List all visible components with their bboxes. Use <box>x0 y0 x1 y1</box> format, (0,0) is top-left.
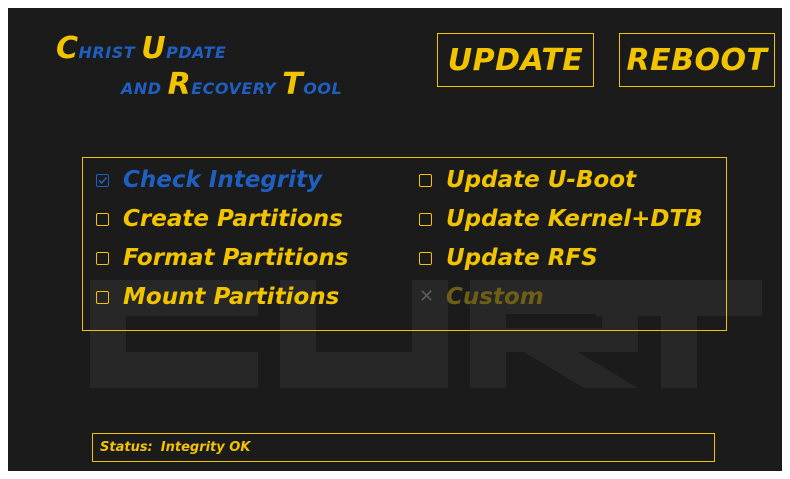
option-update-rfs[interactable]: Update RFS <box>419 245 598 271</box>
app-title-line2: and Recovery Tool <box>121 67 343 102</box>
app-window: Christ Update and Recovery Tool UPDATE R… <box>8 8 782 471</box>
option-check-integrity[interactable]: Check Integrity <box>96 167 322 193</box>
reboot-button[interactable]: REBOOT <box>619 33 775 87</box>
option-custom: ✕ Custom <box>419 284 544 310</box>
option-mount-partitions[interactable]: Mount Partitions <box>96 284 339 310</box>
option-label: Custom <box>446 284 544 310</box>
status-bar: Status: Integrity OK <box>92 433 715 462</box>
checkbox-empty-icon[interactable] <box>419 173 432 187</box>
checkbox-empty-icon[interactable] <box>96 290 109 304</box>
checkbox-empty-icon[interactable] <box>419 212 432 226</box>
checkbox-empty-icon[interactable] <box>96 251 109 265</box>
option-label: Create Partitions <box>123 206 343 232</box>
option-label: Mount Partitions <box>123 284 340 310</box>
option-label: Update U-Boot <box>446 167 637 193</box>
status-label: Status: <box>100 440 153 455</box>
option-label: Check Integrity <box>123 167 322 193</box>
checkbox-empty-icon[interactable] <box>96 212 109 226</box>
option-label: Format Partitions <box>123 245 349 271</box>
option-update-kernel-dtb[interactable]: Update Kernel+DTB <box>419 206 703 232</box>
option-label: Update RFS <box>446 245 598 271</box>
option-format-partitions[interactable]: Format Partitions <box>96 245 348 271</box>
options-panel: Check Integrity Create Partitions Format… <box>82 157 727 331</box>
update-button[interactable]: UPDATE <box>437 33 594 87</box>
checkbox-checked-icon[interactable] <box>96 173 109 187</box>
cross-icon: ✕ <box>419 286 435 307</box>
checkbox-empty-icon[interactable] <box>419 251 432 265</box>
option-create-partitions[interactable]: Create Partitions <box>96 206 343 232</box>
option-update-uboot[interactable]: Update U-Boot <box>419 167 636 193</box>
app-title-line1: Christ Update <box>56 31 227 66</box>
option-label: Update Kernel+DTB <box>446 206 703 232</box>
status-value: Integrity OK <box>160 440 251 455</box>
